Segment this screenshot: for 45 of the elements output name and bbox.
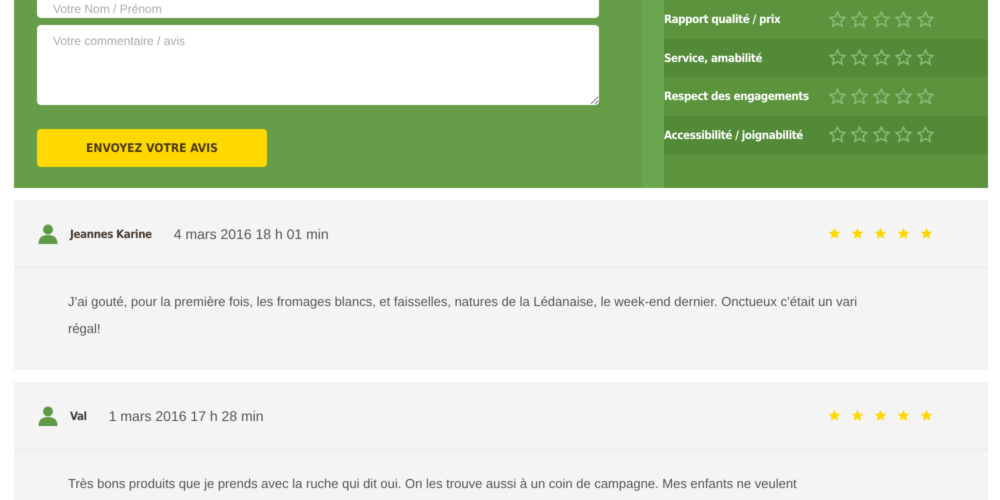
star-icon xyxy=(828,227,841,240)
rating-label: Service, amabilité xyxy=(664,50,764,65)
review-date: 1 mars 2016 17 h 28 min xyxy=(108,408,264,424)
star-icon xyxy=(874,227,887,240)
star-icon[interactable] xyxy=(851,126,868,144)
star-icon[interactable] xyxy=(895,126,912,144)
star-icon xyxy=(851,409,864,422)
name-field[interactable]: Votre Nom / Prénom xyxy=(37,0,599,18)
star-icon xyxy=(920,409,933,422)
star-icon[interactable] xyxy=(873,10,890,28)
user-icon xyxy=(38,224,58,244)
author-name: Jeannes Karine xyxy=(70,226,152,240)
star-icon[interactable] xyxy=(873,49,890,66)
star-icon[interactable] xyxy=(917,88,934,105)
star-icon[interactable] xyxy=(873,88,890,105)
star-icon xyxy=(897,409,910,422)
comment-field[interactable]: Votre commentaire / avis xyxy=(37,25,599,105)
star-icon[interactable] xyxy=(829,10,846,28)
star-icon[interactable] xyxy=(873,126,890,144)
star-icon[interactable] xyxy=(851,88,868,105)
star-icon[interactable] xyxy=(829,49,846,66)
review-date: 4 mars 2016 18 h 01 min xyxy=(174,226,329,242)
submit-button[interactable]: ENVOYEZ VOTRE AVIS xyxy=(37,129,267,167)
star-icon xyxy=(828,409,841,422)
star-icon[interactable] xyxy=(829,88,846,105)
star-icon[interactable] xyxy=(829,126,846,144)
review-text: J’ai gouté, pour la première fois, les fromages blancs, et faisselles, natures de la Lédanaise, le week-end dernier. Onctueux c’était un vari régal! xyxy=(67,293,858,338)
star-icon xyxy=(874,409,887,422)
star-icon xyxy=(897,227,910,240)
star-icon xyxy=(920,227,933,240)
star-icon[interactable] xyxy=(851,49,868,66)
star-icon[interactable] xyxy=(895,49,912,66)
rating-label: Respect des engagements xyxy=(664,89,810,104)
rating-label: Accessibilité / joignabilité xyxy=(664,128,804,142)
star-icon[interactable] xyxy=(851,10,868,28)
author-name: Val xyxy=(70,408,87,422)
user-icon xyxy=(38,406,58,426)
star-icon[interactable] xyxy=(895,88,912,105)
star-icon[interactable] xyxy=(917,126,934,144)
star-icon[interactable] xyxy=(895,10,912,28)
review-text: Très bons produits que je prends avec la ruche qui dit oui. On les trouve aussi à un coin de campagne. Mes enfants ne veulent xyxy=(67,475,798,493)
rating-label: Rapport qualité / prix xyxy=(664,12,782,26)
star-icon[interactable] xyxy=(917,10,934,28)
star-icon[interactable] xyxy=(917,49,934,66)
star-icon xyxy=(851,227,864,240)
